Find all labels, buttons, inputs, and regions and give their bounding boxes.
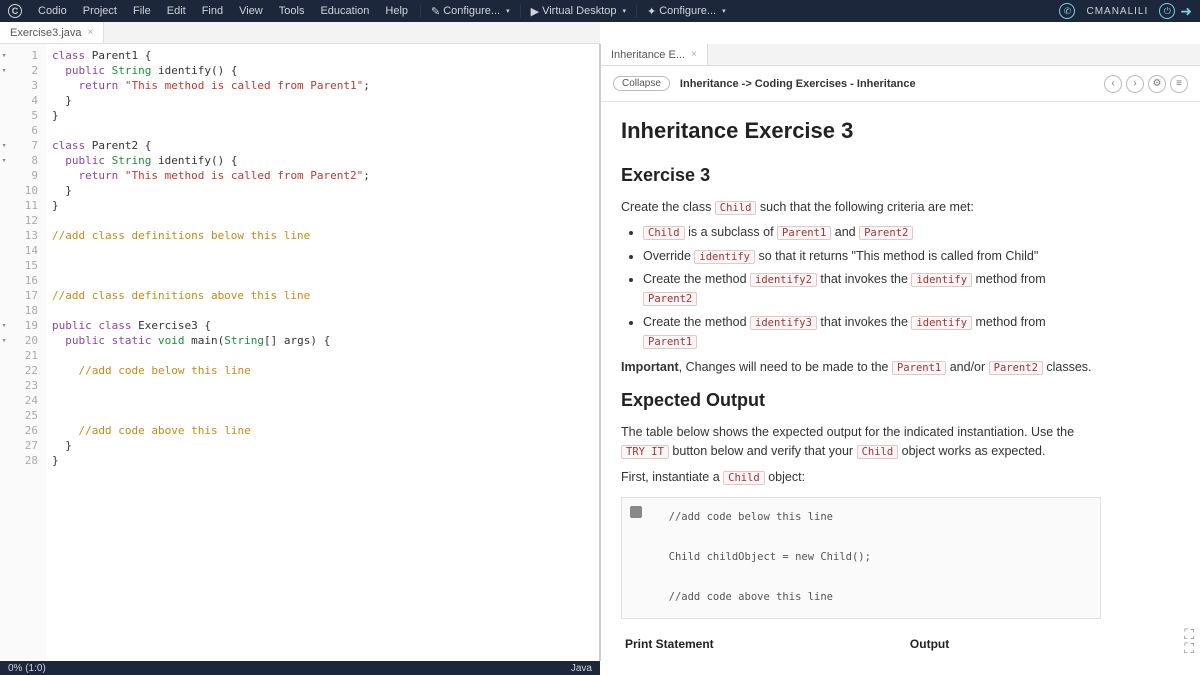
instantiate-paragraph: First, instantiate a Child object: (621, 468, 1101, 487)
table-row: System.out.println(childObject.identify(… (621, 659, 1101, 661)
status-language: Java (571, 663, 592, 674)
collapse-button[interactable]: Collapse (613, 76, 670, 91)
power-icon[interactable]: ⏻ (1159, 3, 1175, 19)
page-title: Inheritance Exercise 3 (621, 114, 1101, 148)
menu-tools[interactable]: Tools (271, 5, 313, 17)
list-icon[interactable]: ≡ (1170, 75, 1188, 93)
instructions-panel: Inheritance E... × Collapse Inheritance … (600, 44, 1200, 661)
breadcrumb: Inheritance -> Coding Exercises - Inheri… (680, 78, 916, 90)
instructions-header: Collapse Inheritance -> Coding Exercises… (601, 66, 1200, 102)
username[interactable]: CMANALILI (1086, 6, 1148, 17)
prev-page-icon[interactable]: ‹ (1104, 75, 1122, 93)
menu-education[interactable]: Education (312, 5, 377, 17)
code-sample: //add code below this line Child childOb… (621, 497, 1101, 619)
instructions-tab-label: Inheritance E... (611, 49, 685, 61)
menu-file[interactable]: File (125, 5, 159, 17)
instructions-body[interactable]: Inheritance Exercise 3 Exercise 3 Create… (601, 102, 1200, 661)
output-paragraph: The table below shows the expected outpu… (621, 423, 1101, 462)
menu-project[interactable]: Project (75, 5, 125, 17)
expand-icon[interactable]: ⛶⛶ (1184, 627, 1194, 655)
intro-paragraph: Create the class Child such that the fol… (621, 198, 1101, 217)
menu-brand[interactable]: Codio (30, 5, 75, 17)
instructions-tabbar: Inheritance E... × (601, 44, 1200, 66)
action-configure-1[interactable]: ✎ Configure... (425, 5, 516, 18)
menu-find[interactable]: Find (194, 5, 231, 17)
code-editor[interactable]: 1234567891011121314151617181920212223242… (0, 44, 600, 661)
codio-logo-icon: C (8, 4, 22, 18)
menu-view[interactable]: View (231, 5, 271, 17)
table-header: Print Statement (621, 629, 906, 660)
menu-help[interactable]: Help (377, 5, 416, 17)
instructions-tab[interactable]: Inheritance E... × (601, 44, 708, 65)
status-cursor: 0% (1:0) (8, 663, 46, 674)
expected-output-heading: Expected Output (621, 387, 1101, 415)
action-configure-2[interactable]: ✦ Configure... (641, 5, 732, 18)
important-note: Important, Changes will need to be made … (621, 358, 1101, 377)
next-page-icon[interactable]: › (1126, 75, 1144, 93)
menubar: C Codio ProjectFileEditFindViewToolsEduc… (0, 0, 1200, 22)
menu-edit[interactable]: Edit (159, 5, 194, 17)
editor-tab-label: Exercise3.java (10, 27, 82, 39)
list-item: Create the method identify3 that invokes… (643, 313, 1101, 352)
editor-tabbar: Exercise3.java × (0, 22, 600, 44)
phone-icon[interactable]: ✆ (1059, 3, 1075, 19)
line-gutter: 1234567891011121314151617181920212223242… (0, 44, 46, 661)
output-table: Print StatementOutput System.out.println… (621, 629, 1101, 661)
exit-icon[interactable]: ➜ (1180, 3, 1192, 20)
close-icon[interactable]: × (691, 49, 697, 60)
list-item: Child is a subclass of Parent1 and Paren… (643, 223, 1101, 242)
status-bar: 0% (1:0) Java (0, 661, 600, 675)
code-content[interactable]: class Parent1 { public String identify()… (46, 44, 599, 661)
criteria-list: Child is a subclass of Parent1 and Paren… (643, 223, 1101, 351)
editor-tab[interactable]: Exercise3.java × (0, 22, 104, 43)
table-header: Output (906, 629, 1101, 660)
list-item: Create the method identify2 that invokes… (643, 270, 1101, 309)
close-icon[interactable]: × (88, 27, 94, 38)
gear-icon[interactable]: ⚙ (1148, 75, 1166, 93)
action-virtual-desktop[interactable]: ▶ Virtual Desktop (525, 5, 632, 18)
exercise-heading: Exercise 3 (621, 162, 1101, 190)
list-item: Override identify so that it returns "Th… (643, 247, 1101, 266)
